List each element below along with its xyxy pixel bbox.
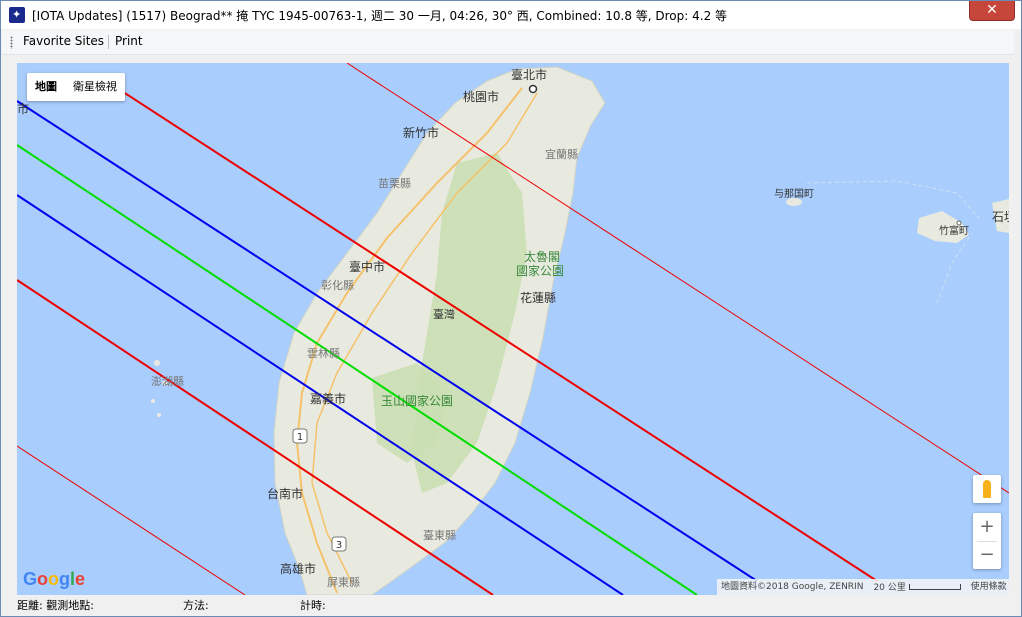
map-view[interactable]: 1 3 臺北市 桃園市 新竹市 宜蘭縣 苗栗縣 臺中市 彰化縣 太魯閣 國家公園… — [17, 63, 1009, 595]
map-type-roadmap-button[interactable]: 地圖 — [27, 73, 65, 101]
window-title: [IOTA Updates] (1517) Beograd** 掩 TYC 19… — [32, 9, 728, 23]
map-label-yonaguni: 与那国町 — [774, 188, 814, 200]
map-type-control: 地圖 衛星檢視 — [27, 73, 125, 101]
toolbar-grip-icon[interactable] — [10, 36, 13, 49]
ferry-route — [806, 180, 980, 219]
route-label: 3 — [336, 540, 342, 551]
map-label-kaohsiung: 高雄市 — [280, 561, 316, 576]
map-label-taichung: 臺中市 — [349, 259, 385, 274]
map-label-yilan: 宜蘭縣 — [545, 147, 578, 161]
penghu-island — [151, 399, 155, 403]
google-logo[interactable]: Google — [23, 569, 85, 590]
menu-separator — [108, 35, 109, 49]
zoom-out-button[interactable]: − — [973, 541, 1001, 569]
map-type-satellite-button[interactable]: 衛星檢視 — [65, 73, 125, 101]
map-label-taipei: 臺北市 — [511, 67, 547, 82]
zoom-in-button[interactable]: + — [973, 513, 1001, 541]
map-label-taroko-park: 國家公園 — [516, 263, 564, 278]
zoom-control: + − — [973, 513, 1001, 569]
map-attribution[interactable]: 地圖資料©2018 Google, ZENRIN — [721, 579, 863, 595]
map-label-miaoli: 苗栗縣 — [378, 177, 411, 190]
map-label-taketomi: 竹富町 — [939, 224, 969, 237]
map-label-tainan: 台南市 — [267, 486, 303, 501]
status-distance-site: 距離: 觀測地點: — [17, 599, 94, 612]
map-label-hsinchu: 新竹市 — [403, 125, 439, 140]
map-label-hualien: 花蓮縣 — [520, 290, 556, 305]
map-label-changhua: 彰化縣 — [321, 278, 354, 292]
map-canvas: 1 3 臺北市 桃園市 新竹市 宜蘭縣 苗栗縣 臺中市 彰化縣 太魯閣 國家公園… — [17, 63, 1009, 595]
status-bar: 距離: 觀測地點: 方法: 計時: — [2, 595, 1020, 615]
app-icon: ✦ — [9, 7, 25, 23]
zoom-separator — [977, 541, 997, 542]
map-attribution-bar: 地圖資料©2018 Google, ZENRIN 20 公里 使用條款 — [717, 579, 1009, 595]
ferry-route — [936, 232, 973, 304]
menu-favorite-sites[interactable]: Favorite Sites — [23, 34, 104, 48]
map-label-yunlin: 雲林縣 — [307, 346, 340, 360]
menu-bar: Favorite Sites Print — [2, 30, 1014, 55]
map-label-taroko: 太魯閣 — [524, 249, 560, 264]
penghu-island — [154, 360, 160, 366]
map-label-pingtung: 屏東縣 — [327, 576, 360, 589]
map-label-yushan: 玉山國家公園 — [381, 393, 453, 408]
map-label-edge: 市 — [17, 101, 29, 116]
menu-print[interactable]: Print — [115, 34, 143, 48]
map-label-penghu: 澎湖縣 — [151, 375, 184, 388]
map-label-taiwan: 臺灣 — [433, 307, 455, 321]
map-label-chiayi: 嘉義市 — [310, 391, 346, 406]
map-scale[interactable]: 20 公里 — [873, 579, 961, 595]
close-button[interactable]: ✕ — [969, 1, 1015, 21]
taketomi-dot — [956, 220, 962, 226]
map-label-ishigaki: 石垣 — [992, 210, 1009, 224]
app-window: ✦ [IOTA Updates] (1517) Beograd** 掩 TYC … — [0, 0, 1022, 617]
street-view-pegman-icon[interactable] — [973, 475, 1001, 503]
map-label-taoyuan: 桃園市 — [463, 89, 499, 104]
status-timing: 計時: — [300, 599, 326, 612]
map-label-taitung: 臺東縣 — [423, 528, 456, 542]
penghu-island — [157, 413, 161, 417]
route-label: 1 — [297, 432, 303, 443]
title-bar[interactable]: ✦ [IOTA Updates] (1517) Beograd** 掩 TYC … — [1, 1, 1021, 29]
status-method: 方法: — [183, 599, 209, 612]
scale-bar — [908, 584, 961, 590]
terms-link[interactable]: 使用條款 — [971, 579, 1007, 595]
taipei-city-dot — [528, 84, 538, 94]
